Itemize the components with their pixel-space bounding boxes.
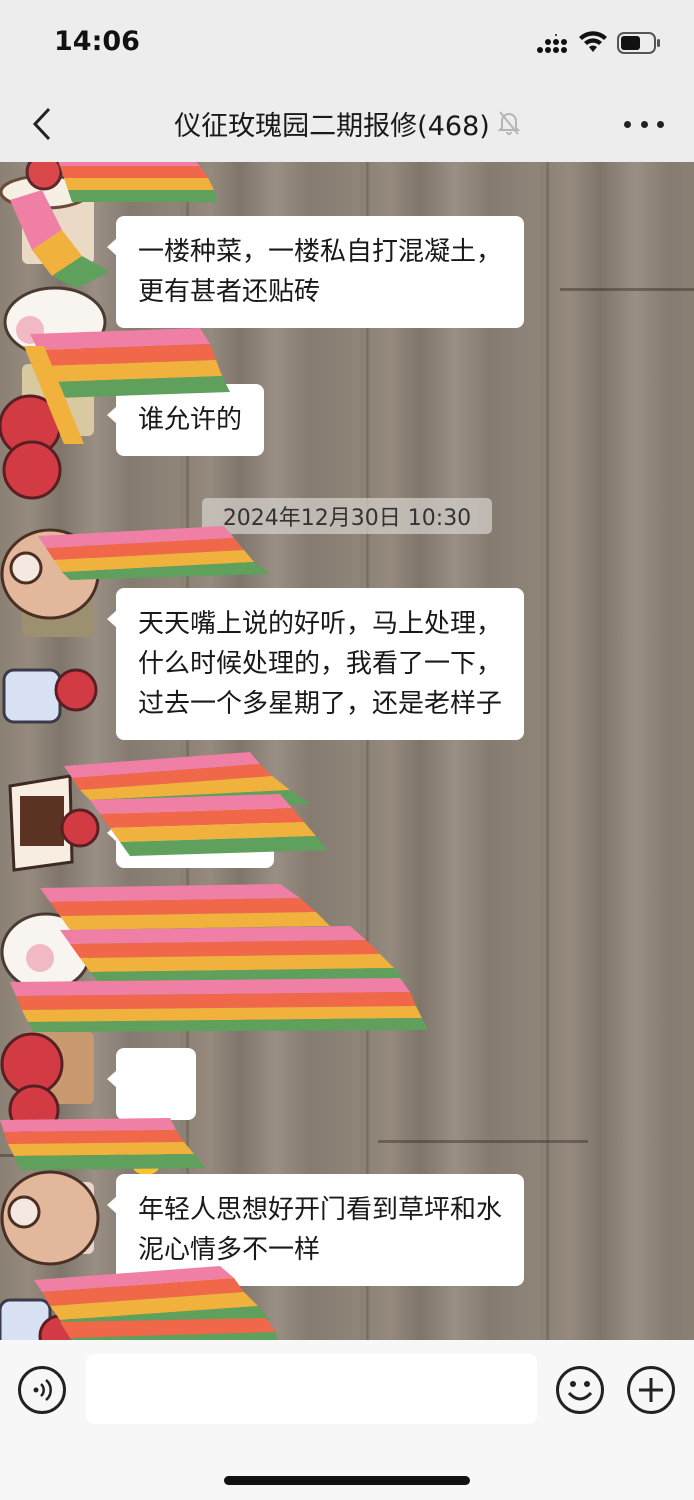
redaction-stripe <box>24 328 230 444</box>
emoji-message-bubble[interactable] <box>107 1048 196 1175</box>
message-bubble[interactable]: 一楼种菜，一楼私自打混凝土， 更有甚者还贴砖 <box>106 216 525 328</box>
cellular-signal-icon <box>537 34 569 58</box>
message-input[interactable] <box>86 1354 537 1424</box>
bear-sticker <box>0 1170 100 1266</box>
voice-button[interactable] <box>18 1366 66 1414</box>
smiley-icon <box>567 1381 593 1401</box>
redaction-stripe <box>64 752 328 856</box>
plus-icon <box>639 1378 663 1402</box>
chat-area[interactable]: 一楼种菜，一楼私自打混凝土， 更有甚者还贴砖 谁允许的 2024年12月30日 … <box>0 162 694 1340</box>
home-indicator <box>224 1476 470 1485</box>
message-bubble[interactable]: 天天嘴上说的好听，马上处理， 什么时候处理的，我看了一下， 过去一个多星期了，还… <box>106 588 525 740</box>
bell-muted-icon <box>497 110 520 136</box>
wifi-icon <box>578 30 608 58</box>
redaction-stripe <box>38 526 270 580</box>
floor-seam <box>560 288 694 291</box>
status-time: 14:06 <box>54 26 140 57</box>
redaction-stripe <box>34 1266 278 1340</box>
input-bar <box>0 1340 694 1500</box>
redaction-stripe <box>10 884 428 1032</box>
cupcake-cherry-sticker <box>2 668 98 724</box>
chat-title: 仪征玫瑰园二期报修(468) <box>174 110 490 142</box>
redaction-stripe <box>10 190 110 288</box>
voice-icon <box>33 1379 52 1401</box>
more-dots-icon <box>624 120 631 128</box>
more-button[interactable] <box>624 110 664 138</box>
chat-header: 仪征玫瑰园二期报修(468) <box>0 100 694 146</box>
top-bar: 14:06 仪征玫瑰园二期报修(468) <box>0 0 694 162</box>
battery-icon <box>617 32 661 58</box>
emoji-button[interactable] <box>556 1366 604 1414</box>
plus-button[interactable] <box>627 1366 675 1414</box>
redaction-stripe <box>0 1118 206 1170</box>
floor-seam <box>378 1140 588 1143</box>
